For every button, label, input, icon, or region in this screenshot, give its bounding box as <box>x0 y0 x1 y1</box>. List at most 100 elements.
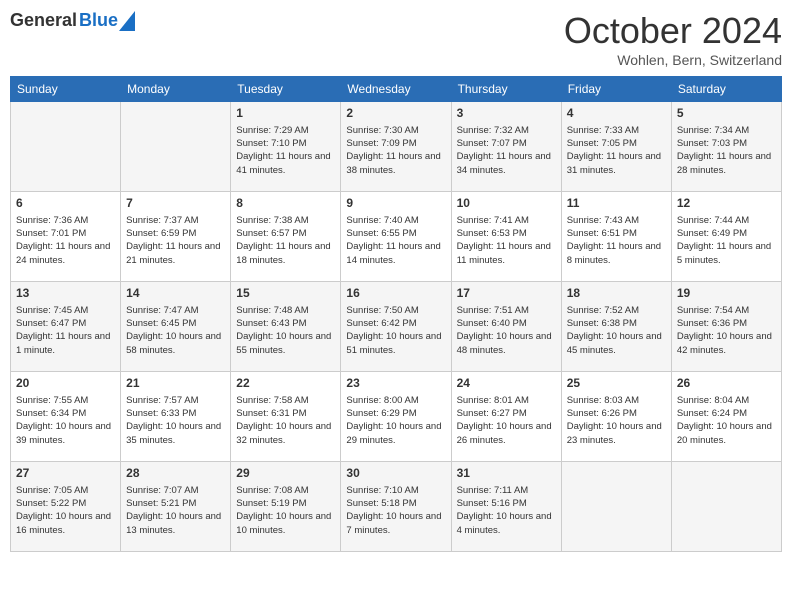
day-number: 6 <box>16 195 115 212</box>
day-number: 10 <box>457 195 556 212</box>
day-info: Sunrise: 7:54 AM Sunset: 6:36 PM Dayligh… <box>677 304 776 357</box>
calendar-cell: 29 Sunrise: 7:08 AM Sunset: 5:19 PM Dayli… <box>231 462 341 552</box>
day-number: 17 <box>457 285 556 302</box>
day-number: 23 <box>346 375 445 392</box>
day-number: 11 <box>567 195 666 212</box>
logo-arrow-icon <box>119 11 135 31</box>
calendar-cell: 19 Sunrise: 7:54 AM Sunset: 6:36 PM Dayli… <box>671 282 781 372</box>
day-number: 15 <box>236 285 335 302</box>
day-number: 21 <box>126 375 225 392</box>
calendar-cell: 28 Sunrise: 7:07 AM Sunset: 5:21 PM Dayli… <box>121 462 231 552</box>
calendar-cell: 12Sunrise: 7:44 AM Sunset: 6:49 PM Dayli… <box>671 192 781 282</box>
day-info: Sunrise: 7:52 AM Sunset: 6:38 PM Dayligh… <box>567 304 666 357</box>
day-number: 30 <box>346 465 445 482</box>
col-saturday: Saturday <box>671 77 781 102</box>
calendar-cell: 9 Sunrise: 7:40 AM Sunset: 6:55 PM Daylig… <box>341 192 451 282</box>
day-number: 31 <box>457 465 556 482</box>
day-number: 18 <box>567 285 666 302</box>
calendar-cell: 4Sunrise: 7:33 AM Sunset: 7:05 PM Daylig… <box>561 102 671 192</box>
location-text: Wohlen, Bern, Switzerland <box>564 52 782 68</box>
calendar-cell <box>561 462 671 552</box>
day-info: Sunrise: 7:55 AM Sunset: 6:34 PM Dayligh… <box>16 394 115 447</box>
day-info: Sunrise: 8:04 AM Sunset: 6:24 PM Dayligh… <box>677 394 776 447</box>
day-number: 9 <box>346 195 445 212</box>
calendar-cell: 22 Sunrise: 7:58 AM Sunset: 6:31 PM Dayli… <box>231 372 341 462</box>
calendar-cell: 7Sunrise: 7:37 AM Sunset: 6:59 PM Daylig… <box>121 192 231 282</box>
day-info: Sunrise: 8:01 AM Sunset: 6:27 PM Dayligh… <box>457 394 556 447</box>
day-info: Sunrise: 7:50 AM Sunset: 6:42 PM Dayligh… <box>346 304 445 357</box>
logo-blue-text: Blue <box>79 10 118 31</box>
calendar-cell <box>671 462 781 552</box>
calendar-cell: 30 Sunrise: 7:10 AM Sunset: 5:18 PM Dayli… <box>341 462 451 552</box>
day-info: Sunrise: 8:00 AM Sunset: 6:29 PM Dayligh… <box>346 394 445 447</box>
day-info: Sunrise: 7:38 AM Sunset: 6:57 PM Dayligh… <box>236 214 335 267</box>
week-row-4: 20Sunrise: 7:55 AM Sunset: 6:34 PM Dayli… <box>11 372 782 462</box>
calendar-cell: 1 Sunrise: 7:29 AM Sunset: 7:10 PM Daylig… <box>231 102 341 192</box>
calendar-cell: 15Sunrise: 7:48 AM Sunset: 6:43 PM Dayli… <box>231 282 341 372</box>
col-wednesday: Wednesday <box>341 77 451 102</box>
calendar-cell: 18 Sunrise: 7:52 AM Sunset: 6:38 PM Dayli… <box>561 282 671 372</box>
day-number: 27 <box>16 465 115 482</box>
week-row-5: 27 Sunrise: 7:05 AM Sunset: 5:22 PM Dayli… <box>11 462 782 552</box>
header-row: Sunday Monday Tuesday Wednesday Thursday… <box>11 77 782 102</box>
calendar-cell: 20Sunrise: 7:55 AM Sunset: 6:34 PM Dayli… <box>11 372 121 462</box>
day-info: Sunrise: 7:29 AM Sunset: 7:10 PM Dayligh… <box>236 124 335 177</box>
calendar-cell: 16 Sunrise: 7:50 AM Sunset: 6:42 PM Dayli… <box>341 282 451 372</box>
day-info: Sunrise: 7:33 AM Sunset: 7:05 PM Dayligh… <box>567 124 666 177</box>
day-info: Sunrise: 7:34 AM Sunset: 7:03 PM Dayligh… <box>677 124 776 177</box>
day-number: 28 <box>126 465 225 482</box>
calendar-cell: 2 Sunrise: 7:30 AM Sunset: 7:09 PM Daylig… <box>341 102 451 192</box>
day-number: 26 <box>677 375 776 392</box>
day-info: Sunrise: 7:47 AM Sunset: 6:45 PM Dayligh… <box>126 304 225 357</box>
calendar-cell: 24 Sunrise: 8:01 AM Sunset: 6:27 PM Dayli… <box>451 372 561 462</box>
calendar-header: Sunday Monday Tuesday Wednesday Thursday… <box>11 77 782 102</box>
calendar-cell: 21 Sunrise: 7:57 AM Sunset: 6:33 PM Dayli… <box>121 372 231 462</box>
day-number: 16 <box>346 285 445 302</box>
calendar-cell: 3Sunrise: 7:32 AM Sunset: 7:07 PM Daylig… <box>451 102 561 192</box>
calendar-cell: 26 Sunrise: 8:04 AM Sunset: 6:24 PM Dayli… <box>671 372 781 462</box>
day-info: Sunrise: 7:41 AM Sunset: 6:53 PM Dayligh… <box>457 214 556 267</box>
day-info: Sunrise: 7:07 AM Sunset: 5:21 PM Dayligh… <box>126 484 225 537</box>
day-number: 13 <box>16 285 115 302</box>
calendar-cell: 14Sunrise: 7:47 AM Sunset: 6:45 PM Dayli… <box>121 282 231 372</box>
calendar-cell: 10 Sunrise: 7:41 AM Sunset: 6:53 PM Dayli… <box>451 192 561 282</box>
day-info: Sunrise: 7:08 AM Sunset: 5:19 PM Dayligh… <box>236 484 335 537</box>
day-info: Sunrise: 7:58 AM Sunset: 6:31 PM Dayligh… <box>236 394 335 447</box>
day-number: 7 <box>126 195 225 212</box>
calendar-cell: 11 Sunrise: 7:43 AM Sunset: 6:51 PM Dayli… <box>561 192 671 282</box>
calendar-table: Sunday Monday Tuesday Wednesday Thursday… <box>10 76 782 552</box>
day-number: 29 <box>236 465 335 482</box>
day-info: Sunrise: 7:30 AM Sunset: 7:09 PM Dayligh… <box>346 124 445 177</box>
day-info: Sunrise: 7:11 AM Sunset: 5:16 PM Dayligh… <box>457 484 556 537</box>
day-info: Sunrise: 7:43 AM Sunset: 6:51 PM Dayligh… <box>567 214 666 267</box>
day-info: Sunrise: 7:45 AM Sunset: 6:47 PM Dayligh… <box>16 304 115 357</box>
col-tuesday: Tuesday <box>231 77 341 102</box>
week-row-1: 1 Sunrise: 7:29 AM Sunset: 7:10 PM Daylig… <box>11 102 782 192</box>
calendar-cell: 27 Sunrise: 7:05 AM Sunset: 5:22 PM Dayli… <box>11 462 121 552</box>
week-row-2: 6Sunrise: 7:36 AM Sunset: 7:01 PM Daylig… <box>11 192 782 282</box>
calendar-body: 1 Sunrise: 7:29 AM Sunset: 7:10 PM Daylig… <box>11 102 782 552</box>
day-number: 1 <box>236 105 335 122</box>
day-number: 19 <box>677 285 776 302</box>
col-thursday: Thursday <box>451 77 561 102</box>
day-info: Sunrise: 7:32 AM Sunset: 7:07 PM Dayligh… <box>457 124 556 177</box>
day-number: 22 <box>236 375 335 392</box>
day-info: Sunrise: 7:57 AM Sunset: 6:33 PM Dayligh… <box>126 394 225 447</box>
day-info: Sunrise: 7:05 AM Sunset: 5:22 PM Dayligh… <box>16 484 115 537</box>
calendar-cell <box>121 102 231 192</box>
day-info: Sunrise: 7:10 AM Sunset: 5:18 PM Dayligh… <box>346 484 445 537</box>
calendar-cell: 25Sunrise: 8:03 AM Sunset: 6:26 PM Dayli… <box>561 372 671 462</box>
day-info: Sunrise: 7:40 AM Sunset: 6:55 PM Dayligh… <box>346 214 445 267</box>
day-number: 25 <box>567 375 666 392</box>
logo: General Blue <box>10 10 135 31</box>
logo-general-text: General <box>10 10 77 31</box>
day-number: 24 <box>457 375 556 392</box>
col-friday: Friday <box>561 77 671 102</box>
calendar-cell: 6Sunrise: 7:36 AM Sunset: 7:01 PM Daylig… <box>11 192 121 282</box>
col-sunday: Sunday <box>11 77 121 102</box>
calendar-cell <box>11 102 121 192</box>
calendar-cell: 17Sunrise: 7:51 AM Sunset: 6:40 PM Dayli… <box>451 282 561 372</box>
day-info: Sunrise: 7:44 AM Sunset: 6:49 PM Dayligh… <box>677 214 776 267</box>
day-number: 2 <box>346 105 445 122</box>
week-row-3: 13 Sunrise: 7:45 AM Sunset: 6:47 PM Dayli… <box>11 282 782 372</box>
